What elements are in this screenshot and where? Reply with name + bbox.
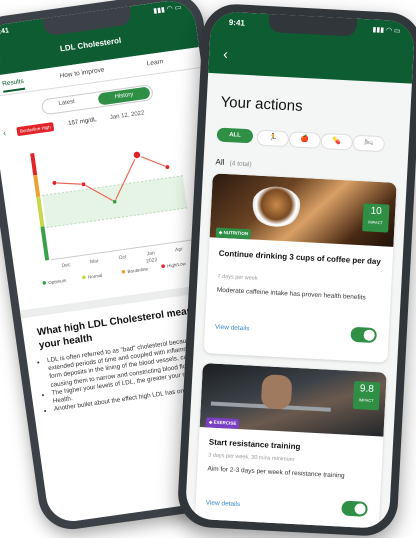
card-description: Moderate caffeine intake has proven heal…: [216, 286, 366, 302]
x-tick-label: Dec: [61, 262, 71, 269]
list-label: All: [215, 157, 225, 167]
legend-label: High/Low: [167, 261, 187, 269]
legend-swatch: [121, 269, 126, 274]
legend-swatch: [161, 264, 165, 268]
data-point: [164, 164, 170, 170]
status-time: 9:41: [228, 17, 246, 28]
result-date: Jan 12, 2022: [109, 110, 145, 122]
action-card[interactable]: ◆ NUTRITION 10 IMPACT Continue drinking …: [203, 173, 397, 363]
x-tick-label: Apr: [175, 246, 184, 253]
pill-icon[interactable]: 💊: [320, 132, 354, 151]
apple-icon[interactable]: 🍎: [288, 131, 322, 149]
category-label: EXERCISE: [213, 419, 237, 426]
legend-label: Normal: [88, 273, 103, 280]
category-label: NUTRITION: [223, 229, 249, 237]
x-tick-label: Oct: [118, 254, 127, 261]
segment-latest[interactable]: Latest: [58, 99, 75, 107]
action-toggle[interactable]: [350, 326, 378, 344]
risk-bar-high: [30, 153, 38, 176]
action-toggle[interactable]: [341, 500, 368, 517]
risk-bar-optimum: [40, 226, 50, 261]
list-header: All (4 total): [215, 157, 252, 168]
card-description: Aim for 2-3 days per week of resistance …: [207, 465, 345, 480]
card-frequency: 7 days per week: [217, 273, 258, 282]
action-card[interactable]: ◆ EXERCISE 9.8 IMPACT Start resistance t…: [194, 363, 387, 529]
status-icons: ▮▮▮ ◠ ▭: [152, 4, 182, 16]
card-title: Continue drinking 3 cups of coffee per d…: [218, 248, 382, 267]
athlete-arm: [260, 374, 293, 410]
impact-value: 9.8: [359, 383, 375, 396]
running-icon[interactable]: 🏃: [256, 129, 290, 148]
data-point: [81, 181, 86, 187]
x-tick-label: Mar: [90, 258, 100, 265]
coffee-cup: [250, 185, 303, 228]
legend-label: Optimum: [48, 278, 67, 286]
x-tick-sublabel: 2022: [146, 257, 158, 265]
data-point: [132, 150, 142, 160]
risk-bar-borderline: [33, 174, 41, 198]
tab-results[interactable]: Results: [1, 77, 25, 93]
impact-box: 9.8 IMPACT: [352, 380, 381, 411]
page-title: Your actions: [220, 93, 304, 115]
category-badge: ◆ EXERCISE: [205, 417, 240, 430]
impact-label: IMPACT: [358, 397, 374, 404]
card-title: Start resistance training: [208, 437, 301, 452]
back-chevron-icon[interactable]: ‹: [223, 46, 229, 62]
card-frequency: 3 days per week, 30 mins minimum: [208, 452, 295, 463]
tab-learn[interactable]: Learn: [146, 58, 163, 67]
view-details-link[interactable]: View details: [205, 499, 240, 508]
impact-box: 10 IMPACT: [362, 203, 390, 233]
phone-screen: 9:41 ▮▮▮ ◠ ▭ ‹ Your actions ALL 🏃 🍎 💊 🛏 …: [184, 11, 416, 529]
category-badge: ◆ NUTRITION: [215, 227, 252, 240]
impact-value: 10: [370, 205, 383, 218]
legend-label: Borderline: [127, 266, 149, 274]
list-count: (4 total): [229, 160, 252, 169]
filter-all-chip[interactable]: ALL: [216, 127, 254, 144]
bed-icon[interactable]: 🛏: [352, 134, 386, 153]
status-badge: Borderline High: [16, 122, 55, 137]
prev-chevron-icon[interactable]: ‹: [2, 128, 6, 138]
view-details-link[interactable]: View details: [215, 324, 250, 333]
status-icons: ▮▮▮ ◠ ▭: [372, 26, 401, 35]
data-point: [52, 180, 57, 186]
segment-history[interactable]: History: [97, 86, 151, 106]
status-time: 9:41: [0, 27, 10, 37]
impact-label: IMPACT: [368, 219, 384, 226]
legend-swatch: [82, 275, 86, 280]
tab-how-to-improve[interactable]: How to improve: [59, 66, 105, 79]
legend-swatch: [42, 281, 47, 285]
filter-bar: ALL 🏃 🍎 💊 🛏: [216, 125, 400, 153]
front-phone: 9:41 ▮▮▮ ◠ ▭ ‹ Your actions ALL 🏃 🍎 💊 🛏 …: [176, 2, 416, 538]
result-value: 157 mg/dL: [68, 117, 97, 127]
